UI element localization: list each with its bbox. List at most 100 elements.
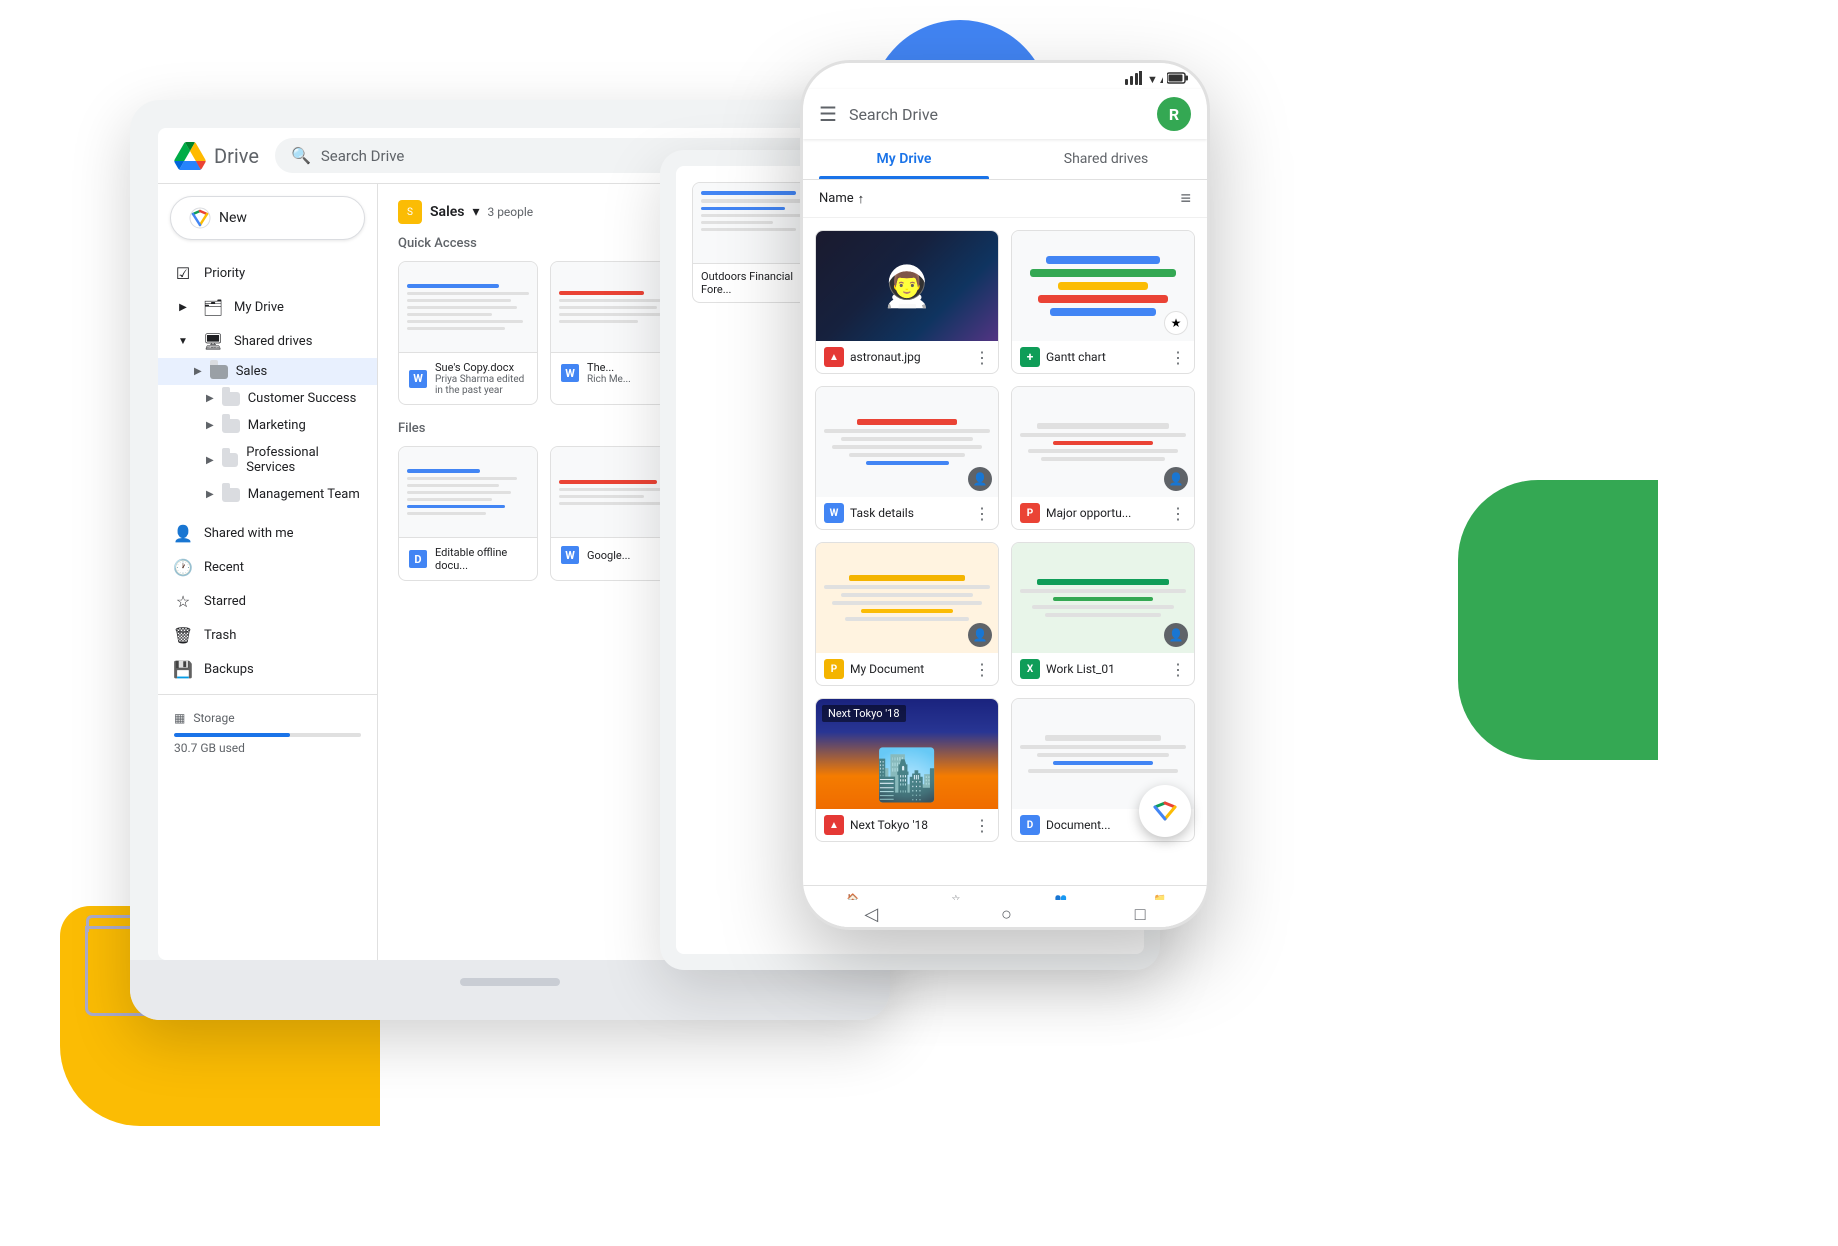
breadcrumb-avatar: S (398, 200, 422, 224)
sidebar-item-priority[interactable]: ☑ Priority (158, 256, 365, 290)
tab-shared-drives[interactable]: Shared drives (1005, 139, 1207, 179)
phone-scroll-area[interactable]: ▲ astronaut.jpg ⋮ ★ + (803, 218, 1207, 882)
phone-file-thumb-task: 👤 (816, 387, 998, 497)
file-meta: Priya Sharma edited in the past year (435, 374, 527, 396)
file-name: Sue's Copy.docx (435, 361, 527, 374)
mkt-expand-icon: ▶ (206, 420, 214, 431)
file-details: Sue's Copy.docx Priya Sharma edited in t… (435, 361, 527, 396)
people-badge: 👤 (1164, 467, 1188, 491)
file-type-icon: D (409, 550, 427, 568)
android-home-btn[interactable]: ○ (1001, 904, 1012, 925)
signal-icon (1125, 71, 1143, 85)
android-recents-btn[interactable]: □ (1135, 904, 1146, 925)
phone-file-more[interactable]: ⋮ (1170, 504, 1186, 523)
storage-bar (174, 733, 361, 737)
new-button[interactable]: New (170, 196, 365, 240)
people-badge: 👤 (1164, 623, 1188, 647)
sidebar-item-mt-label: Management Team (248, 487, 360, 502)
storage-icon: ▦ (174, 711, 185, 725)
sidebar-item-shared-with-me[interactable]: 👤 Shared with me (158, 516, 365, 550)
phone-file-name: Work List_01 (1046, 662, 1164, 676)
star-badge: ★ (1164, 311, 1188, 335)
phone-file-card-gantt[interactable]: ★ + Gantt chart ⋮ (1011, 230, 1195, 374)
sort-direction: ↑ (858, 191, 865, 207)
sidebar-item-backups-label: Backups (204, 662, 254, 677)
phone-file-name: Task details (850, 506, 968, 520)
phone-file-name: Gantt chart (1046, 350, 1164, 364)
phone-bottom-bar: ◁ ○ □ (803, 900, 1207, 929)
phone-file-card-next-tokyo[interactable]: Next Tokyo '18 ▲ Next Tokyo '18 ⋮ (815, 698, 999, 842)
phone-file-info: W Task details ⋮ (816, 497, 998, 529)
sidebar-item-shared-drives[interactable]: ▼ 🖥 Shared drives (158, 324, 365, 358)
file-type-icon: W (561, 364, 579, 382)
storage-fill (174, 733, 290, 737)
file-card-editable[interactable]: D Editable offline docu... (398, 446, 538, 581)
sidebar-item-label: Priority (204, 266, 245, 281)
sidebar-item-backups[interactable]: 💾 Backups (158, 652, 365, 686)
phone-files-grid: ▲ astronaut.jpg ⋮ ★ + (803, 218, 1207, 854)
phone-file-more[interactable]: ⋮ (1170, 660, 1186, 679)
bg-green-shape (1458, 480, 1658, 760)
android-back-btn[interactable]: ◁ (864, 904, 878, 925)
phone-file-card-astronaut[interactable]: ▲ astronaut.jpg ⋮ (815, 230, 999, 374)
sort-name: Name (819, 191, 854, 206)
mt-folder-icon (222, 488, 240, 502)
sidebar-item-prof-services[interactable]: ▶ Professional Services (158, 439, 377, 481)
sidebar-item-swm-label: Shared with me (204, 526, 294, 541)
sidebar-item-sales[interactable]: ▶ Sales (158, 358, 377, 385)
tab-shared-drives-label: Shared drives (1064, 151, 1148, 167)
phone-fab[interactable] (1139, 785, 1191, 837)
phone-file-icon-word: W (824, 503, 844, 523)
sidebar-storage: ▦ Storage 30.7 GB used (158, 694, 377, 771)
phone-file-icon-sheets2: X (1020, 659, 1040, 679)
phone-menu-icon[interactable]: ☰ (819, 102, 837, 126)
drive-logo-text: Drive (214, 144, 259, 168)
phone-status-icons: ▼▲ (1125, 71, 1189, 85)
phone-file-card-task-details[interactable]: 👤 W Task details ⋮ (815, 386, 999, 530)
sales-folder-icon (210, 365, 228, 379)
phone-file-more[interactable]: ⋮ (974, 348, 990, 367)
phone-file-card-work-list[interactable]: 👤 X Work List_01 ⋮ (1011, 542, 1195, 686)
phone-file-thumb-worklist: 👤 (1012, 543, 1194, 653)
phone-file-more[interactable]: ⋮ (1170, 348, 1186, 367)
file-name: The... (587, 361, 631, 374)
phone-file-info: P Major opportu... ⋮ (1012, 497, 1194, 529)
sidebar-item-recent[interactable]: 🕐 Recent (158, 550, 365, 584)
phone-file-more[interactable]: ⋮ (974, 504, 990, 523)
breadcrumb-name: Sales (430, 204, 464, 220)
phone-avatar[interactable]: R (1157, 97, 1191, 131)
phone-file-more[interactable]: ⋮ (974, 660, 990, 679)
sidebar-item-cs-label: Customer Success (248, 391, 357, 406)
phone-file-card-my-document[interactable]: 👤 P My Document ⋮ (815, 542, 999, 686)
sidebar-item-trash[interactable]: 🗑 Trash (158, 618, 365, 652)
sidebar-item-ps-label: Professional Services (246, 445, 361, 475)
shared-drives-icon: 🖥 (204, 332, 222, 350)
sidebar-item-marketing[interactable]: ▶ Marketing (158, 412, 377, 439)
backups-icon: 💾 (174, 660, 192, 678)
phone-list-icon[interactable]: ≡ (1180, 188, 1191, 209)
sidebar-item-sales-label: Sales (236, 364, 268, 379)
phone-sort-bar: Name ↑ ≡ (803, 180, 1207, 218)
sidebar-item-starred[interactable]: ☆ Starred (158, 584, 365, 618)
file-thumb-doc (399, 461, 537, 523)
phone-file-info: P My Document ⋮ (816, 653, 998, 685)
file-info: D Editable offline docu... (399, 537, 537, 580)
phone-file-card-major-opportu[interactable]: 👤 P Major opportu... ⋮ (1011, 386, 1195, 530)
file-details: The... Rich Me... (587, 361, 631, 385)
sidebar-item-mydrive[interactable]: ▶ 🗂 My Drive (158, 290, 365, 324)
sidebar-item-customer-success[interactable]: ▶ Customer Success (158, 385, 377, 412)
phone-file-info: + Gantt chart ⋮ (1012, 341, 1194, 373)
file-meta: Rich Me... (587, 374, 631, 385)
phone-file-info: ▲ Next Tokyo '18 ⋮ (816, 809, 998, 841)
phone-file-info: ▲ astronaut.jpg ⋮ (816, 341, 998, 373)
breadcrumb-expand: ▾ (472, 204, 479, 220)
phone-search-text[interactable]: Search Drive (849, 105, 1145, 124)
phone-file-more[interactable]: ⋮ (974, 816, 990, 835)
phone-sort-label[interactable]: Name ↑ (819, 191, 864, 207)
tab-my-drive[interactable]: My Drive (803, 139, 1005, 179)
city-label: Next Tokyo '18 (822, 705, 906, 722)
file-card-sues-copy[interactable]: W Sue's Copy.docx Priya Sharma edited in… (398, 261, 538, 405)
mt-expand-icon: ▶ (206, 489, 214, 500)
cs-expand-icon: ▶ (206, 393, 214, 404)
sidebar-item-management[interactable]: ▶ Management Team (158, 481, 377, 508)
